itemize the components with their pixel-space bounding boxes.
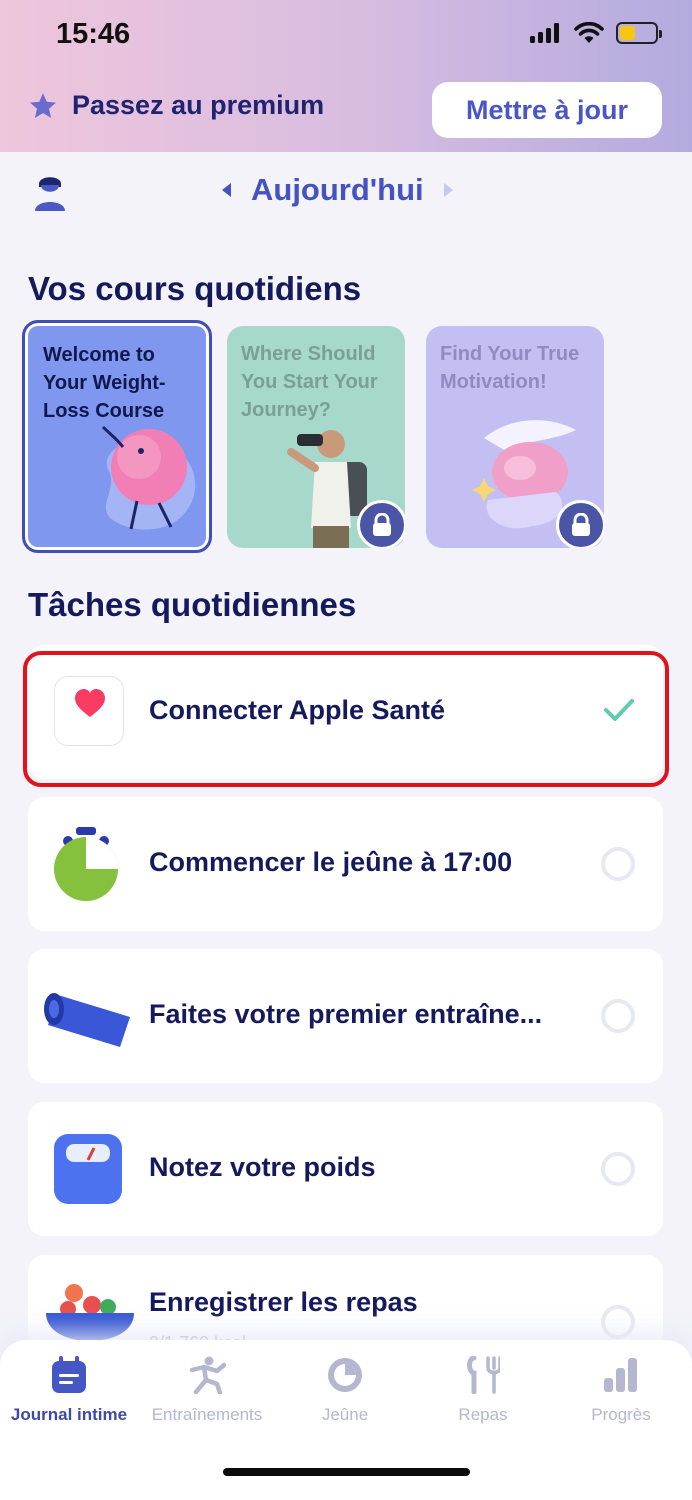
wifi-icon — [574, 22, 604, 43]
course-card-journey[interactable]: Where Should You Start Your Journey? — [227, 326, 405, 548]
nav-label: Progrès — [591, 1405, 651, 1424]
task-radio[interactable] — [601, 847, 635, 881]
task-label: Commencer le jeûne à 17:00 — [149, 847, 513, 877]
salad-bowl-icon — [46, 1284, 134, 1341]
course-illustration-ball — [101, 425, 196, 530]
task-label: Faites votre premier entraîne... — [149, 999, 543, 1029]
nav-label: Entraînements — [151, 1405, 263, 1424]
nav-meals[interactable]: Repas — [414, 1355, 552, 1425]
task-radio[interactable] — [601, 999, 635, 1033]
home-indicator[interactable] — [223, 1468, 470, 1476]
status-time: 15:46 — [56, 18, 131, 50]
nav-label: Jeûne — [321, 1405, 369, 1424]
course-title: Where Should You Start Your Journey? — [241, 343, 378, 421]
star-icon — [30, 92, 56, 118]
running-figure-icon — [189, 1356, 227, 1396]
date-navigator: Aujourd'hui — [222, 172, 453, 208]
task-label: Notez votre poids — [149, 1152, 376, 1182]
status-icons — [530, 22, 662, 44]
premium-label: Passez au premium — [72, 90, 325, 120]
nav-journal[interactable]: Journal intime — [0, 1356, 138, 1425]
lock-icon — [556, 500, 604, 548]
fork-knife-icon — [467, 1355, 502, 1395]
task-radio[interactable] — [601, 1152, 635, 1186]
nav-label: Journal intime — [10, 1405, 128, 1424]
previous-day-icon[interactable] — [222, 183, 231, 197]
courses-title: Vos cours quotidiens — [28, 270, 362, 307]
date-label[interactable]: Aujourd'hui — [251, 172, 424, 208]
nav-workouts[interactable]: Entraînements — [138, 1356, 276, 1425]
premium-promo[interactable]: Passez au premium — [28, 90, 324, 121]
lock-icon — [357, 500, 405, 548]
task-log-weight[interactable]: Notez votre poids — [28, 1102, 663, 1236]
profile-icon[interactable] — [32, 172, 68, 217]
course-title: Find Your True Motivation! — [440, 343, 580, 393]
bar-chart-icon — [604, 1358, 637, 1392]
course-card-welcome[interactable]: Welcome to Your Weight-Loss Course — [22, 320, 212, 553]
course-card-motivation[interactable]: Find Your True Motivation! — [426, 326, 604, 548]
update-button[interactable]: Mettre à jour — [432, 82, 662, 138]
fasting-timer-icon — [54, 827, 118, 901]
premium-banner: 15:46 Passez au premium Mettre à jour — [0, 0, 692, 152]
tasks-title: Tâches quotidiennes — [28, 586, 357, 623]
task-radio[interactable] — [601, 1305, 635, 1339]
bottom-navigation: Journal intime Entraînements Jeûne Repas… — [0, 1340, 692, 1500]
task-first-workout[interactable]: Faites votre premier entraîne... — [28, 949, 663, 1083]
scale-icon — [54, 1134, 122, 1204]
battery-icon — [616, 22, 662, 44]
nav-label: Repas — [458, 1405, 508, 1424]
task-label: Enregistrer les repas — [149, 1287, 418, 1317]
task-highlight-outline — [23, 651, 669, 787]
yoga-mat-icon — [44, 993, 130, 1047]
task-start-fast[interactable]: Commencer le jeûne à 17:00 — [28, 797, 663, 931]
nav-fasting[interactable]: Jeûne — [276, 1356, 414, 1425]
calendar-icon — [52, 1356, 86, 1393]
fasting-timer-nav-icon — [328, 1358, 362, 1392]
nav-progress[interactable]: Progrès — [552, 1356, 690, 1425]
signal-icon — [530, 23, 559, 43]
next-day-icon[interactable] — [443, 183, 453, 197]
